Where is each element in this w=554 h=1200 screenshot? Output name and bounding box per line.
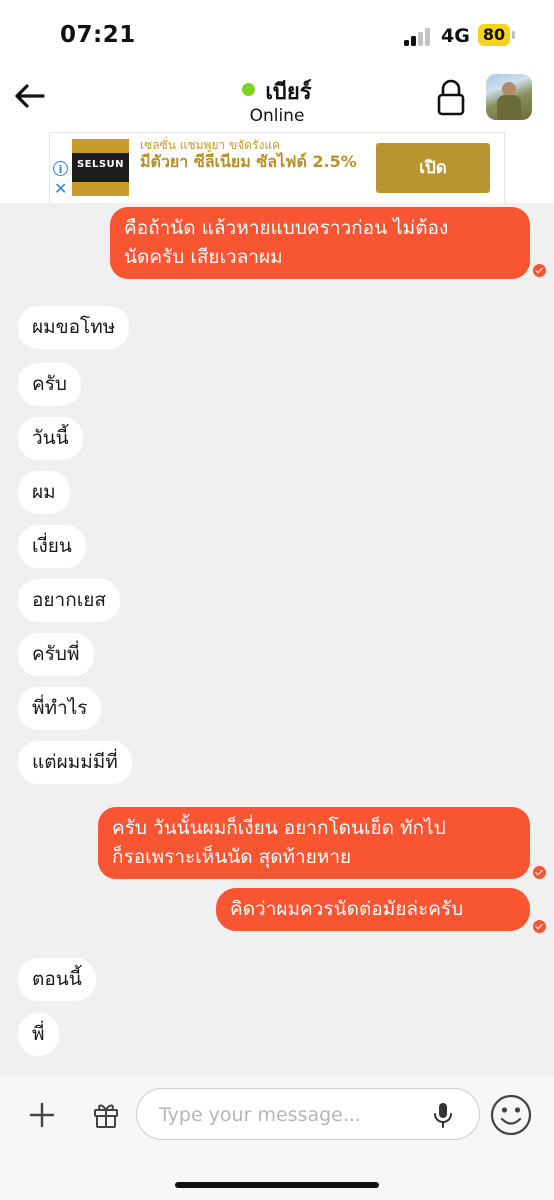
- ad-controls: i ✕: [50, 133, 72, 203]
- chat-header: เบียร์ Online: [0, 62, 554, 132]
- mic-icon[interactable]: [433, 1102, 453, 1128]
- close-icon[interactable]: ✕: [54, 181, 67, 197]
- ad-logo-text: SELSUN: [76, 159, 125, 170]
- message-bubble-incoming[interactable]: พี่: [18, 1013, 59, 1056]
- message-line: คือถ้านัด แล้วหายแบบคราวก่อน ไม่ต้อง: [124, 217, 449, 239]
- ad-logo: SELSUN: [72, 139, 129, 196]
- message-bubble-incoming[interactable]: ครับ: [18, 363, 81, 406]
- ad-headline: มีตัวยา ซีลีเนียม ซัลไฟด์ 2.5%: [140, 152, 357, 171]
- message-bubble-incoming[interactable]: ผม: [18, 471, 70, 514]
- ad-banner[interactable]: i ✕ SELSUN เซลซั่น แชมพูยา ขจัดรังแค มีต…: [50, 133, 504, 203]
- contact-name: เบียร์: [265, 80, 312, 105]
- ad-open-button[interactable]: เปิด: [376, 143, 490, 193]
- message-bubble-incoming[interactable]: ครับพี่: [18, 633, 94, 676]
- home-indicator: [175, 1182, 379, 1188]
- battery-icon: 80: [478, 24, 510, 46]
- message-bubble-incoming[interactable]: ผมขอโทษ: [18, 306, 130, 349]
- emoji-icon[interactable]: [490, 1094, 532, 1136]
- avatar[interactable]: [486, 74, 532, 120]
- signal-icon: [404, 28, 434, 46]
- lock-icon[interactable]: [436, 78, 466, 116]
- status-bar: 07:21 4G 80: [0, 0, 554, 62]
- network-type: 4G: [441, 25, 470, 47]
- message-bubble-incoming[interactable]: เงี่ยน: [18, 525, 86, 568]
- presence-status: Online: [249, 106, 305, 126]
- message-bubble-incoming[interactable]: วันนี้: [18, 417, 83, 460]
- message-line: นัดครับ เสียเวลาผม: [124, 246, 283, 268]
- online-dot-icon: [242, 83, 256, 96]
- message-list[interactable]: คือถ้านัด แล้วหายแบบคราวก่อน ไม่ต้อง นัด…: [0, 203, 554, 1077]
- battery-cap: [512, 31, 515, 39]
- message-line: ครับ วันนั้นผมก็เงี่ยน อยากโดนเย็ด ทักไป: [112, 817, 446, 839]
- info-icon[interactable]: i: [53, 161, 68, 176]
- message-input-wrapper[interactable]: [136, 1088, 480, 1140]
- status-time: 07:21: [60, 22, 136, 48]
- message-line: ก็รอเพราะเห็นนัด สุดท้ายหาย: [112, 846, 352, 868]
- contact-name-row[interactable]: เบียร์: [0, 74, 554, 109]
- message-bubble-incoming[interactable]: พี่ทำไร: [18, 687, 102, 730]
- message-bubble-outgoing[interactable]: ครับ วันนั้นผมก็เงี่ยน อยากโดนเย็ด ทักไป…: [98, 807, 530, 879]
- message-bubble-incoming[interactable]: อยากเยส: [18, 579, 120, 622]
- read-check-icon: [533, 264, 546, 277]
- message-bubble-incoming[interactable]: แต่ผมม่มีที่: [18, 741, 132, 784]
- read-check-icon: [533, 920, 546, 933]
- read-check-icon: [533, 866, 546, 879]
- message-bubble-incoming[interactable]: ตอนนี้: [18, 958, 96, 1001]
- message-input[interactable]: [157, 1101, 421, 1129]
- plus-icon[interactable]: [28, 1101, 56, 1129]
- message-bubble-outgoing[interactable]: คือถ้านัด แล้วหายแบบคราวก่อน ไม่ต้อง นัด…: [110, 207, 530, 279]
- gift-icon[interactable]: [92, 1101, 120, 1129]
- message-bubble-outgoing[interactable]: คิดว่าผมควรนัดต่อมัยล่ะครับ: [216, 888, 530, 931]
